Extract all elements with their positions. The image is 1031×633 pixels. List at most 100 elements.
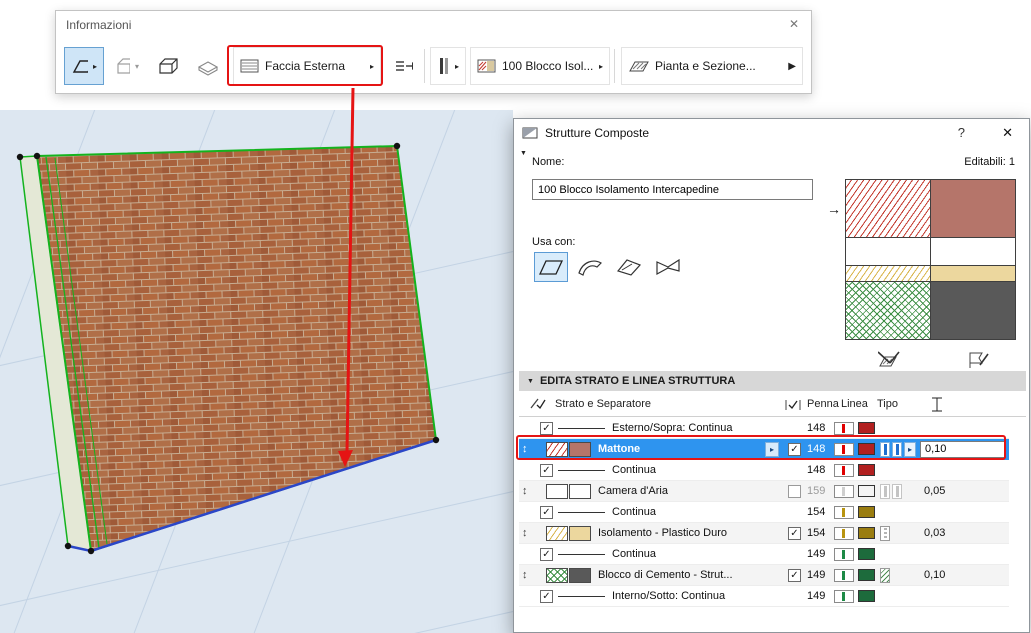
pen-color-swatch[interactable]: [858, 506, 875, 518]
preview-cut-skin[interactable]: [845, 281, 931, 340]
info-toolbar-window: Informazioni ✕ ▸ ▾: [55, 10, 812, 94]
use-with-mesh-button[interactable]: [651, 252, 685, 282]
pen-color-swatch[interactable]: [858, 548, 875, 560]
geometry-method-button-4[interactable]: [188, 47, 226, 85]
cut-fill-swatch[interactable]: [546, 442, 568, 457]
cut-fill-swatch[interactable]: [546, 526, 568, 541]
surface-pencil-icon[interactable]: [966, 350, 990, 370]
type-column: [880, 484, 902, 499]
use-with-shell-button[interactable]: [573, 252, 607, 282]
line-type-swatch[interactable]: [834, 527, 854, 540]
layer-type-icon[interactable]: [892, 484, 902, 499]
geometry-method-button-3[interactable]: [148, 47, 186, 85]
column-tipo: Tipo: [877, 398, 898, 410]
table-row[interactable]: ↕Camera d'Aria1590,05: [519, 481, 1009, 502]
line-visibility-checkbox[interactable]: ✓: [540, 548, 553, 561]
use-with-roof-button[interactable]: [612, 252, 646, 282]
help-button[interactable]: ?: [958, 125, 965, 140]
edit-skin-section-header[interactable]: ▼ EDITA STRATO E LINEA STRUTTURA: [519, 371, 1026, 391]
inject-parameters-button[interactable]: [386, 47, 420, 85]
table-row[interactable]: ↕Isolamento - Plastico Duro✓1540,03: [519, 523, 1009, 544]
info-toolbar-titlebar[interactable]: Informazioni ✕: [56, 11, 811, 39]
column-linea: Linea: [841, 398, 868, 410]
line-type-swatch[interactable]: [834, 590, 854, 603]
pen-color-swatch[interactable]: [858, 590, 875, 602]
cut-fill-swatch[interactable]: [546, 568, 568, 583]
close-icon[interactable]: ✕: [789, 17, 799, 31]
line-type-swatch[interactable]: [834, 548, 854, 561]
line-type-swatch[interactable]: [834, 485, 854, 498]
surface-swatch[interactable]: [569, 442, 591, 457]
table-row[interactable]: ✓Continua154: [519, 502, 1009, 523]
layer-type-icon[interactable]: [880, 568, 890, 583]
pen-color-swatch[interactable]: [858, 485, 875, 497]
type-expand-button[interactable]: ▸: [904, 442, 916, 457]
flyout-arrow-icon[interactable]: ▼: [520, 150, 527, 157]
surface-swatch[interactable]: [569, 526, 591, 541]
composite-preview: [845, 179, 1016, 340]
pen-color-swatch[interactable]: [858, 443, 875, 455]
wall-tool-button[interactable]: ▸: [430, 47, 466, 85]
viewport-3d[interactable]: [0, 110, 513, 633]
faccia-esterna-button[interactable]: Faccia Esterna ▸: [233, 47, 381, 85]
geometry-method-button-1[interactable]: ▸: [64, 47, 104, 85]
layer-type-icon[interactable]: [892, 442, 902, 457]
name-label: Nome:: [532, 156, 564, 168]
layer-type-icon[interactable]: [880, 442, 890, 457]
table-row[interactable]: ✓Esterno/Sopra: Continua148: [519, 418, 1009, 439]
line-type-swatch[interactable]: [834, 443, 854, 456]
pen-checkbox[interactable]: [788, 485, 801, 498]
line-visibility-checkbox[interactable]: ✓: [540, 422, 553, 435]
geometry-method-button-2[interactable]: ▾: [106, 47, 146, 85]
layer-type-icon[interactable]: [880, 484, 890, 499]
pen-checkbox[interactable]: ✓: [788, 443, 801, 456]
layer-expand-button[interactable]: ▸: [765, 442, 779, 457]
layer-type-icon[interactable]: [880, 526, 890, 541]
row-drag-handle-icon[interactable]: ↕: [522, 439, 528, 460]
composite-structures-dialog: Strutture Composte ? ✕ ▼ Nome: Editabili…: [513, 118, 1030, 633]
wall-front-face[interactable]: [37, 146, 436, 551]
composite-name-input[interactable]: [532, 179, 813, 200]
cut-fill-swatch[interactable]: [546, 484, 568, 499]
line-visibility-checkbox[interactable]: ✓: [540, 590, 553, 603]
dropdown-arrow-icon: ▾: [135, 62, 139, 71]
pen-color-swatch[interactable]: [858, 527, 875, 539]
use-with-wall-button[interactable]: [534, 252, 568, 282]
table-row[interactable]: ↕Blocco di Cemento - Strut...✓1490,10: [519, 565, 1009, 586]
line-visibility-checkbox[interactable]: ✓: [540, 506, 553, 519]
cut-fill-pencil-icon[interactable]: [878, 350, 902, 370]
3d-scene[interactable]: [0, 110, 513, 633]
preview-surface-skin[interactable]: [930, 281, 1016, 340]
composite-select-button[interactable]: 100 Blocco Isol... ▸: [470, 47, 610, 85]
row-drag-handle-icon[interactable]: ↕: [522, 481, 528, 502]
line-visibility-checkbox[interactable]: ✓: [540, 464, 553, 477]
line-type-swatch[interactable]: [834, 422, 854, 435]
preview-surface-skin[interactable]: [930, 265, 1016, 282]
pen-color-swatch[interactable]: [858, 569, 875, 581]
row-drag-handle-icon[interactable]: ↕: [522, 523, 528, 544]
preview-cut-skin[interactable]: [845, 237, 931, 266]
preview-cut-skin[interactable]: [845, 265, 931, 282]
table-row[interactable]: ✓Interno/Sotto: Continua149: [519, 586, 1009, 607]
line-type-swatch[interactable]: [834, 506, 854, 519]
line-type-swatch[interactable]: [834, 464, 854, 477]
table-row[interactable]: ↕Mattone▸✓148▸0,10: [519, 439, 1009, 460]
thickness-value[interactable]: 0,10: [920, 441, 1006, 458]
dialog-titlebar[interactable]: Strutture Composte ? ✕: [514, 119, 1029, 147]
pen-checkbox[interactable]: ✓: [788, 527, 801, 540]
collapse-arrow-icon: ▼: [527, 378, 534, 385]
table-row[interactable]: ✓Continua148: [519, 460, 1009, 481]
pen-color-swatch[interactable]: [858, 422, 875, 434]
surface-swatch[interactable]: [569, 484, 591, 499]
line-type-swatch[interactable]: [834, 569, 854, 582]
row-drag-handle-icon[interactable]: ↕: [522, 565, 528, 586]
surface-swatch[interactable]: [569, 568, 591, 583]
preview-surface-skin[interactable]: [930, 179, 1016, 238]
close-button[interactable]: ✕: [1002, 125, 1013, 141]
preview-cut-skin[interactable]: [845, 179, 931, 238]
preview-surface-skin[interactable]: [930, 237, 1016, 266]
display-mode-button[interactable]: Pianta e Sezione... ▶: [621, 47, 803, 85]
pen-checkbox[interactable]: ✓: [788, 569, 801, 582]
pen-color-swatch[interactable]: [858, 464, 875, 476]
table-row[interactable]: ✓Continua149: [519, 544, 1009, 565]
